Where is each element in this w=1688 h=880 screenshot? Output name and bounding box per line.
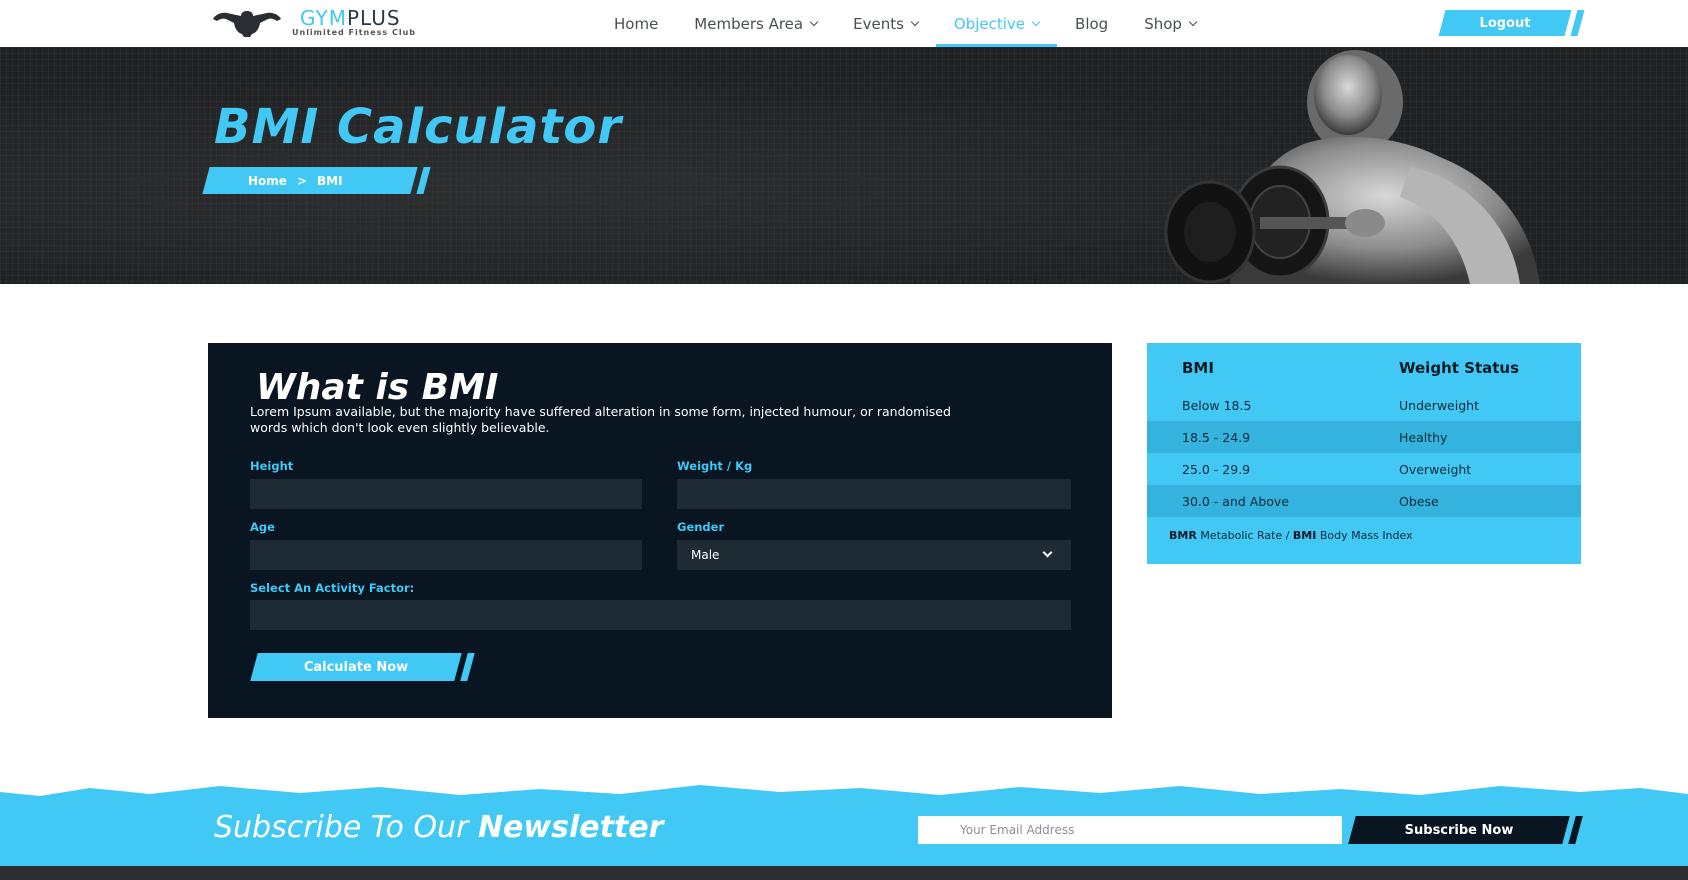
gender-label: Gender: [677, 520, 725, 534]
gender-selected-value: Male: [691, 548, 720, 562]
calculate-button-stripe: [460, 653, 475, 681]
bmi-range: 30.0 - and Above: [1182, 493, 1290, 509]
table-row: 30.0 - and Above Obese: [1147, 485, 1581, 517]
breadcrumb-current: BMI: [317, 173, 343, 188]
table-row: Below 18.5 Underweight: [1147, 389, 1581, 421]
height-input[interactable]: [250, 479, 642, 509]
bmi-text: Body Mass Index: [1319, 529, 1413, 542]
table-row: 25.0 - 29.9 Overweight: [1147, 453, 1581, 485]
nav-members-area[interactable]: Members Area: [676, 0, 835, 47]
nav-home[interactable]: Home: [596, 0, 676, 47]
calculate-now-button[interactable]: Calculate Now: [250, 653, 475, 681]
weight-input[interactable]: [677, 479, 1071, 509]
table-footnote: BMR Metabolic Rate / BMI Body Mass Index: [1169, 529, 1413, 542]
age-input[interactable]: [250, 540, 642, 570]
weight-status: Overweight: [1399, 461, 1472, 477]
bmi-form-panel: What is BMI Lorem Ipsum available, but t…: [208, 343, 1112, 718]
nav-shop-label: Shop: [1144, 14, 1182, 33]
nav-members-area-label: Members Area: [694, 14, 804, 33]
subscribe-button-label: Subscribe Now: [1404, 822, 1514, 838]
age-label: Age: [250, 520, 275, 534]
logout-button-stripe: [1570, 10, 1585, 36]
weight-status: Healthy: [1399, 429, 1448, 445]
bmi-range: 18.5 - 24.9: [1182, 429, 1251, 445]
nav-blog-label: Blog: [1075, 14, 1109, 33]
nav-home-label: Home: [614, 14, 659, 33]
footer-strip: [0, 866, 1688, 880]
newsletter-title-light: Subscribe To Our: [214, 810, 469, 845]
email-placeholder: Your Email Address: [960, 823, 1075, 837]
nav-shop[interactable]: Shop: [1126, 0, 1214, 47]
activity-factor-select[interactable]: [250, 600, 1071, 630]
bodybuilder-logo-icon: [213, 11, 281, 37]
activity-factor-label: Select An Activity Factor:: [250, 581, 415, 595]
chevron-down-icon: [1188, 17, 1198, 26]
subscribe-now-button[interactable]: Subscribe Now: [1348, 816, 1584, 844]
column-header-bmi: BMI: [1182, 359, 1214, 377]
height-label: Height: [250, 459, 294, 473]
weight-status: Obese: [1399, 493, 1439, 509]
table-header: BMI Weight Status: [1147, 359, 1581, 383]
nav-events[interactable]: Events: [835, 0, 936, 47]
newsletter-title: Subscribe To Our Newsletter: [214, 810, 663, 845]
brand-name: GYMPLUS: [300, 6, 401, 30]
bmi-description: Lorem Ipsum available, but the majority …: [250, 404, 951, 435]
brand-tagline: Unlimited Fitness Club: [292, 28, 417, 37]
email-input[interactable]: Your Email Address: [918, 816, 1342, 844]
subscribe-button-stripe: [1568, 816, 1583, 844]
column-header-weight-status: Weight Status: [1399, 359, 1520, 377]
bmr-text: Metabolic Rate /: [1200, 529, 1290, 542]
hero-banner: BMI Calculator Home > BMI: [0, 47, 1688, 284]
logout-button-label: Logout: [1479, 15, 1531, 31]
breadcrumb-links: Home > BMI: [248, 167, 343, 194]
bmi-form-title: What is BMI: [256, 367, 499, 408]
chevron-down-icon: [1031, 17, 1041, 26]
breadcrumb: Home > BMI: [202, 167, 432, 194]
athlete-with-dumbbell-image: [1164, 50, 1540, 284]
table-row: 18.5 - 24.9 Healthy: [1147, 421, 1581, 453]
page-title: BMI Calculator: [214, 99, 623, 155]
bmr-abbr: BMR: [1169, 529, 1197, 542]
nav-objective-label: Objective: [953, 14, 1026, 33]
newsletter-section: Subscribe To Our Newsletter Your Email A…: [0, 796, 1688, 866]
breadcrumb-separator: >: [296, 173, 307, 188]
top-navbar: GYMPLUS Unlimited Fitness Club Home Memb…: [0, 0, 1688, 47]
bmi-range: Below 18.5: [1182, 397, 1252, 413]
chevron-down-icon: [1042, 547, 1053, 558]
brand-logo[interactable]: GYMPLUS Unlimited Fitness Club: [208, 6, 468, 40]
bmi-range: 25.0 - 29.9: [1182, 461, 1251, 477]
main-menu: Home Members Area Events Objective Blog …: [596, 0, 1214, 47]
chevron-down-icon: [809, 17, 819, 26]
breadcrumb-stripe: [416, 167, 431, 194]
calculate-button-label: Calculate Now: [303, 659, 409, 675]
weight-status: Underweight: [1399, 397, 1479, 413]
nav-events-label: Events: [853, 14, 904, 33]
logout-button[interactable]: Logout: [1438, 10, 1585, 36]
chevron-down-icon: [910, 17, 920, 26]
gender-select[interactable]: Male: [677, 540, 1071, 570]
weight-label: Weight / Kg: [677, 459, 753, 473]
breadcrumb-home[interactable]: Home: [248, 174, 287, 188]
nav-objective[interactable]: Objective: [935, 0, 1058, 47]
bmi-reference-table: BMI Weight Status Below 18.5 Underweight…: [1147, 343, 1581, 564]
bmi-abbr: BMI: [1292, 529, 1317, 542]
newsletter-title-bold: Newsletter: [477, 810, 664, 845]
nav-blog[interactable]: Blog: [1057, 0, 1126, 47]
